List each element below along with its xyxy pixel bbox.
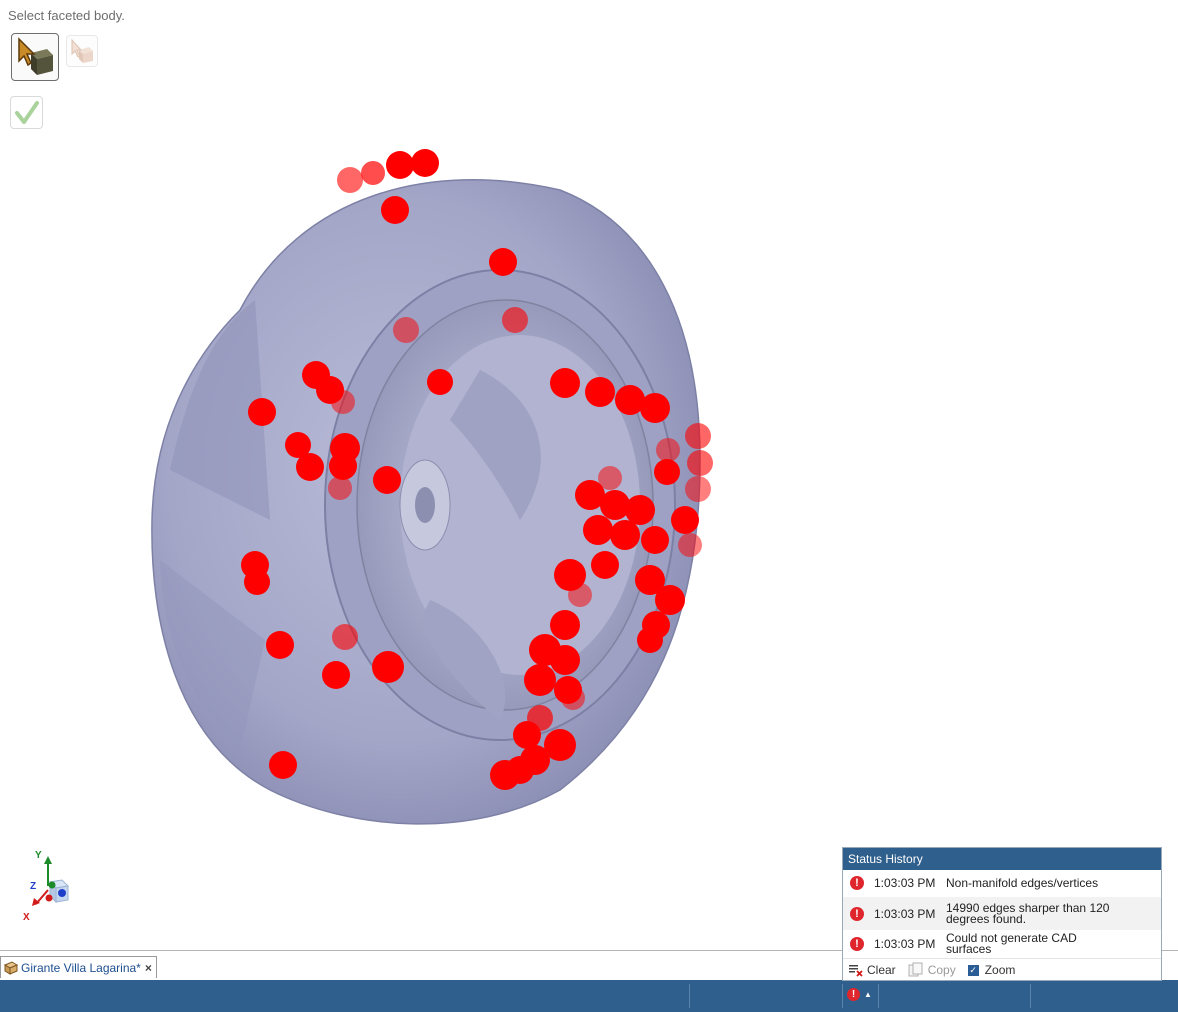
- clear-label: Clear: [867, 963, 896, 977]
- select-body-button[interactable]: [11, 33, 59, 81]
- orientation-triad[interactable]: Y Z X: [18, 848, 78, 926]
- error-icon: !: [847, 988, 860, 1001]
- checkbox-checked-icon: ✓: [967, 964, 979, 976]
- triad-x-label: X: [23, 912, 30, 923]
- status-history-panel: Status History ! 1:03:03 PM Non-manifold…: [842, 847, 1162, 981]
- caret-up-icon: ▲: [864, 990, 872, 999]
- triad-z-label: Z: [30, 881, 37, 892]
- checkmark-icon: [14, 100, 39, 124]
- status-row[interactable]: ! 1:03:03 PM Non-manifold edges/vertices: [843, 871, 1161, 895]
- status-history-toggle[interactable]: ! ▲: [847, 988, 872, 1001]
- accept-button[interactable]: [10, 96, 43, 129]
- status-history-title: Status History: [843, 848, 1161, 870]
- status-bar: ! ▲: [0, 980, 1178, 1012]
- status-row[interactable]: ! 1:03:03 PM 14990 edges sharper than 12…: [843, 897, 1161, 930]
- status-time: 1:03:03 PM: [874, 876, 936, 890]
- triad-y-label: Y: [35, 850, 42, 861]
- status-message: Could not generate CAD surfaces: [946, 931, 1077, 956]
- zoom-label: Zoom: [984, 963, 1016, 977]
- select-body-faded-icon: [71, 38, 93, 63]
- clear-button[interactable]: Clear: [848, 963, 896, 977]
- status-time: 1:03:03 PM: [874, 937, 936, 951]
- document-tab-label: Girante Villa Lagarina*: [21, 960, 141, 975]
- zoom-checkbox[interactable]: ✓ Zoom: [967, 963, 1016, 977]
- status-bar-divider: [689, 984, 690, 1008]
- part-icon: [3, 960, 19, 975]
- copy-label: Copy: [927, 963, 956, 977]
- status-bar-divider: [1030, 984, 1031, 1008]
- prompt-text: Select faceted body.: [8, 8, 125, 23]
- status-bar-divider: [878, 984, 879, 1008]
- clear-list-icon: [849, 965, 863, 977]
- document-tab[interactable]: Girante Villa Lagarina* ×: [0, 956, 157, 978]
- status-bar-divider: [842, 984, 843, 1008]
- copy-icon: [908, 962, 923, 977]
- status-message: 14990 edges sharper than 120 degrees fou…: [946, 900, 1110, 926]
- select-body-secondary-button[interactable]: [66, 35, 98, 67]
- model-viewport[interactable]: [0, 135, 1178, 945]
- close-icon[interactable]: ×: [145, 961, 152, 975]
- status-message: Non-manifold edges/vertices: [946, 875, 1099, 890]
- error-icon: !: [850, 937, 864, 951]
- status-row[interactable]: ! 1:03:03 PM Could not generate CAD surf…: [843, 932, 1161, 956]
- error-icon: !: [850, 906, 864, 921]
- status-time: 1:03:03 PM: [874, 906, 936, 921]
- status-history-footer: Clear Copy ✓ Zoom: [843, 958, 1161, 981]
- error-icon: !: [850, 876, 864, 890]
- select-body-icon: [18, 37, 53, 75]
- copy-button[interactable]: Copy: [908, 962, 956, 978]
